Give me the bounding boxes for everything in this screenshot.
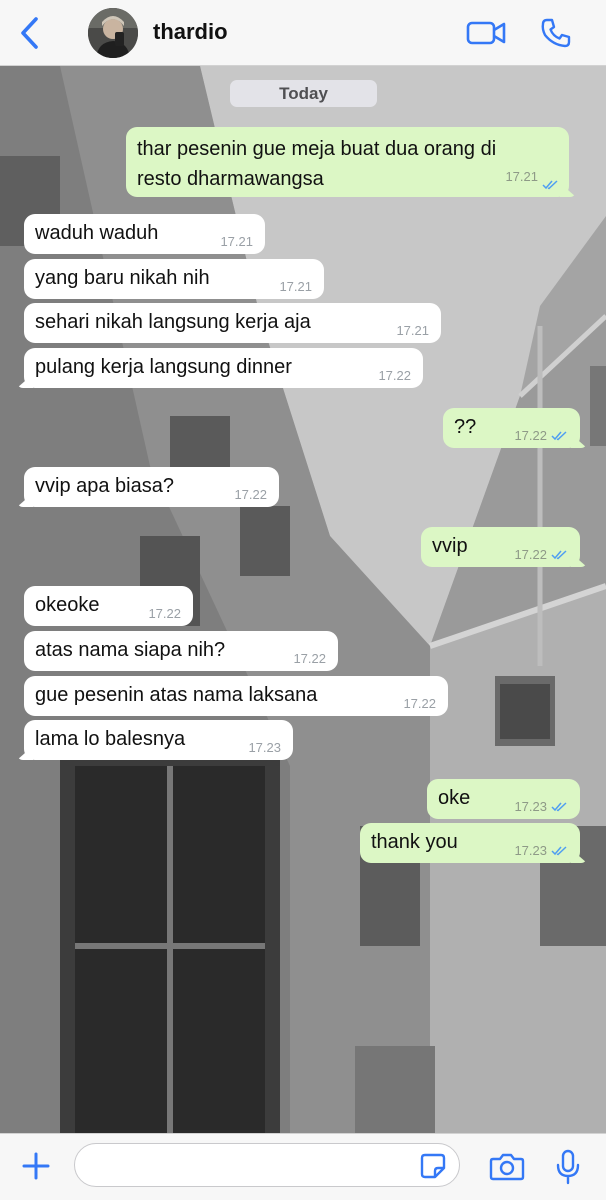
read-ticks-icon [551, 550, 567, 560]
message-time: 17.22 [403, 696, 436, 711]
message-text: gue pesenin atas nama laksana [35, 684, 318, 706]
message-outgoing[interactable]: ?? 17.22 [443, 408, 580, 448]
read-ticks-icon [551, 802, 567, 812]
read-ticks-icon [551, 431, 567, 441]
message-time: 17.22 [514, 547, 547, 562]
contact-name[interactable]: thardio [153, 19, 228, 45]
microphone-icon [556, 1149, 580, 1185]
message-time: 17.22 [514, 428, 547, 443]
message-time: 17.21 [279, 279, 312, 294]
read-ticks-icon [551, 846, 567, 856]
message-input[interactable] [74, 1143, 460, 1187]
back-button[interactable] [10, 13, 48, 53]
microphone-button[interactable] [550, 1146, 586, 1188]
message-incoming[interactable]: yang baru nikah nih 17.21 [24, 259, 324, 299]
message-time: 17.21 [505, 169, 538, 184]
chat-header: thardio [0, 0, 606, 66]
message-text: vvip [432, 535, 468, 557]
message-outgoing[interactable]: vvip 17.22 [421, 527, 580, 567]
message-text: waduh waduh [35, 222, 159, 244]
video-camera-icon [466, 21, 506, 45]
message-outgoing[interactable]: thar pesenin gue meja buat dua orang di … [126, 127, 569, 197]
message-incoming[interactable]: pulang kerja langsung dinner 17.22 [24, 348, 423, 388]
message-incoming[interactable]: vvip apa biasa? 17.22 [24, 467, 279, 507]
read-ticks-icon [542, 180, 558, 190]
message-text: pulang kerja langsung dinner [35, 356, 292, 378]
chevron-left-icon [21, 17, 38, 49]
date-divider: Today [230, 80, 377, 107]
message-text-line: thar pesenin gue meja buat dua orang di [137, 138, 497, 160]
message-time: 17.21 [396, 323, 429, 338]
message-text: lama lo balesnya [35, 728, 186, 750]
message-time: 17.22 [378, 368, 411, 383]
message-text: atas nama siapa nih? [35, 639, 226, 661]
message-text: vvip apa biasa? [35, 475, 174, 497]
camera-icon [489, 1153, 525, 1181]
plus-icon [22, 1152, 50, 1180]
message-incoming[interactable]: okeoke 17.22 [24, 586, 193, 626]
message-text: oke [438, 787, 471, 809]
message-time: 17.22 [234, 487, 267, 502]
message-time: 17.21 [220, 234, 253, 249]
message-time: 17.23 [248, 740, 281, 755]
message-incoming[interactable]: atas nama siapa nih? 17.22 [24, 631, 338, 671]
message-text: yang baru nikah nih [35, 267, 210, 289]
sticker-button[interactable] [418, 1151, 448, 1181]
contact-avatar[interactable] [88, 8, 138, 58]
message-incoming[interactable]: waduh waduh 17.21 [24, 214, 265, 254]
message-outgoing[interactable]: oke 17.23 [427, 779, 580, 819]
message-time: 17.23 [514, 799, 547, 814]
chat-area[interactable]: Today thar pesenin gue meja buat dua ora… [0, 66, 606, 1133]
video-call-button[interactable] [463, 14, 509, 52]
message-text: sehari nikah langsung kerja aja [35, 311, 311, 333]
message-text: ?? [454, 416, 477, 438]
compose-bar [0, 1133, 606, 1200]
message-time: 17.22 [293, 651, 326, 666]
message-text: okeoke [35, 594, 100, 616]
message-time: 17.22 [148, 606, 181, 621]
message-outgoing[interactable]: thank you 17.23 [360, 823, 580, 863]
message-time: 17.23 [514, 843, 547, 858]
message-text-line: resto dharmawangsa [137, 168, 324, 190]
attach-button[interactable] [16, 1146, 56, 1186]
phone-icon [541, 18, 571, 48]
camera-button[interactable] [486, 1147, 528, 1187]
message-text: thank you [371, 831, 458, 853]
sticker-icon [420, 1153, 446, 1179]
message-incoming[interactable]: sehari nikah langsung kerja aja 17.21 [24, 303, 441, 343]
voice-call-button[interactable] [536, 14, 576, 52]
message-incoming[interactable]: lama lo balesnya 17.23 [24, 720, 293, 760]
message-incoming[interactable]: gue pesenin atas nama laksana 17.22 [24, 676, 448, 716]
